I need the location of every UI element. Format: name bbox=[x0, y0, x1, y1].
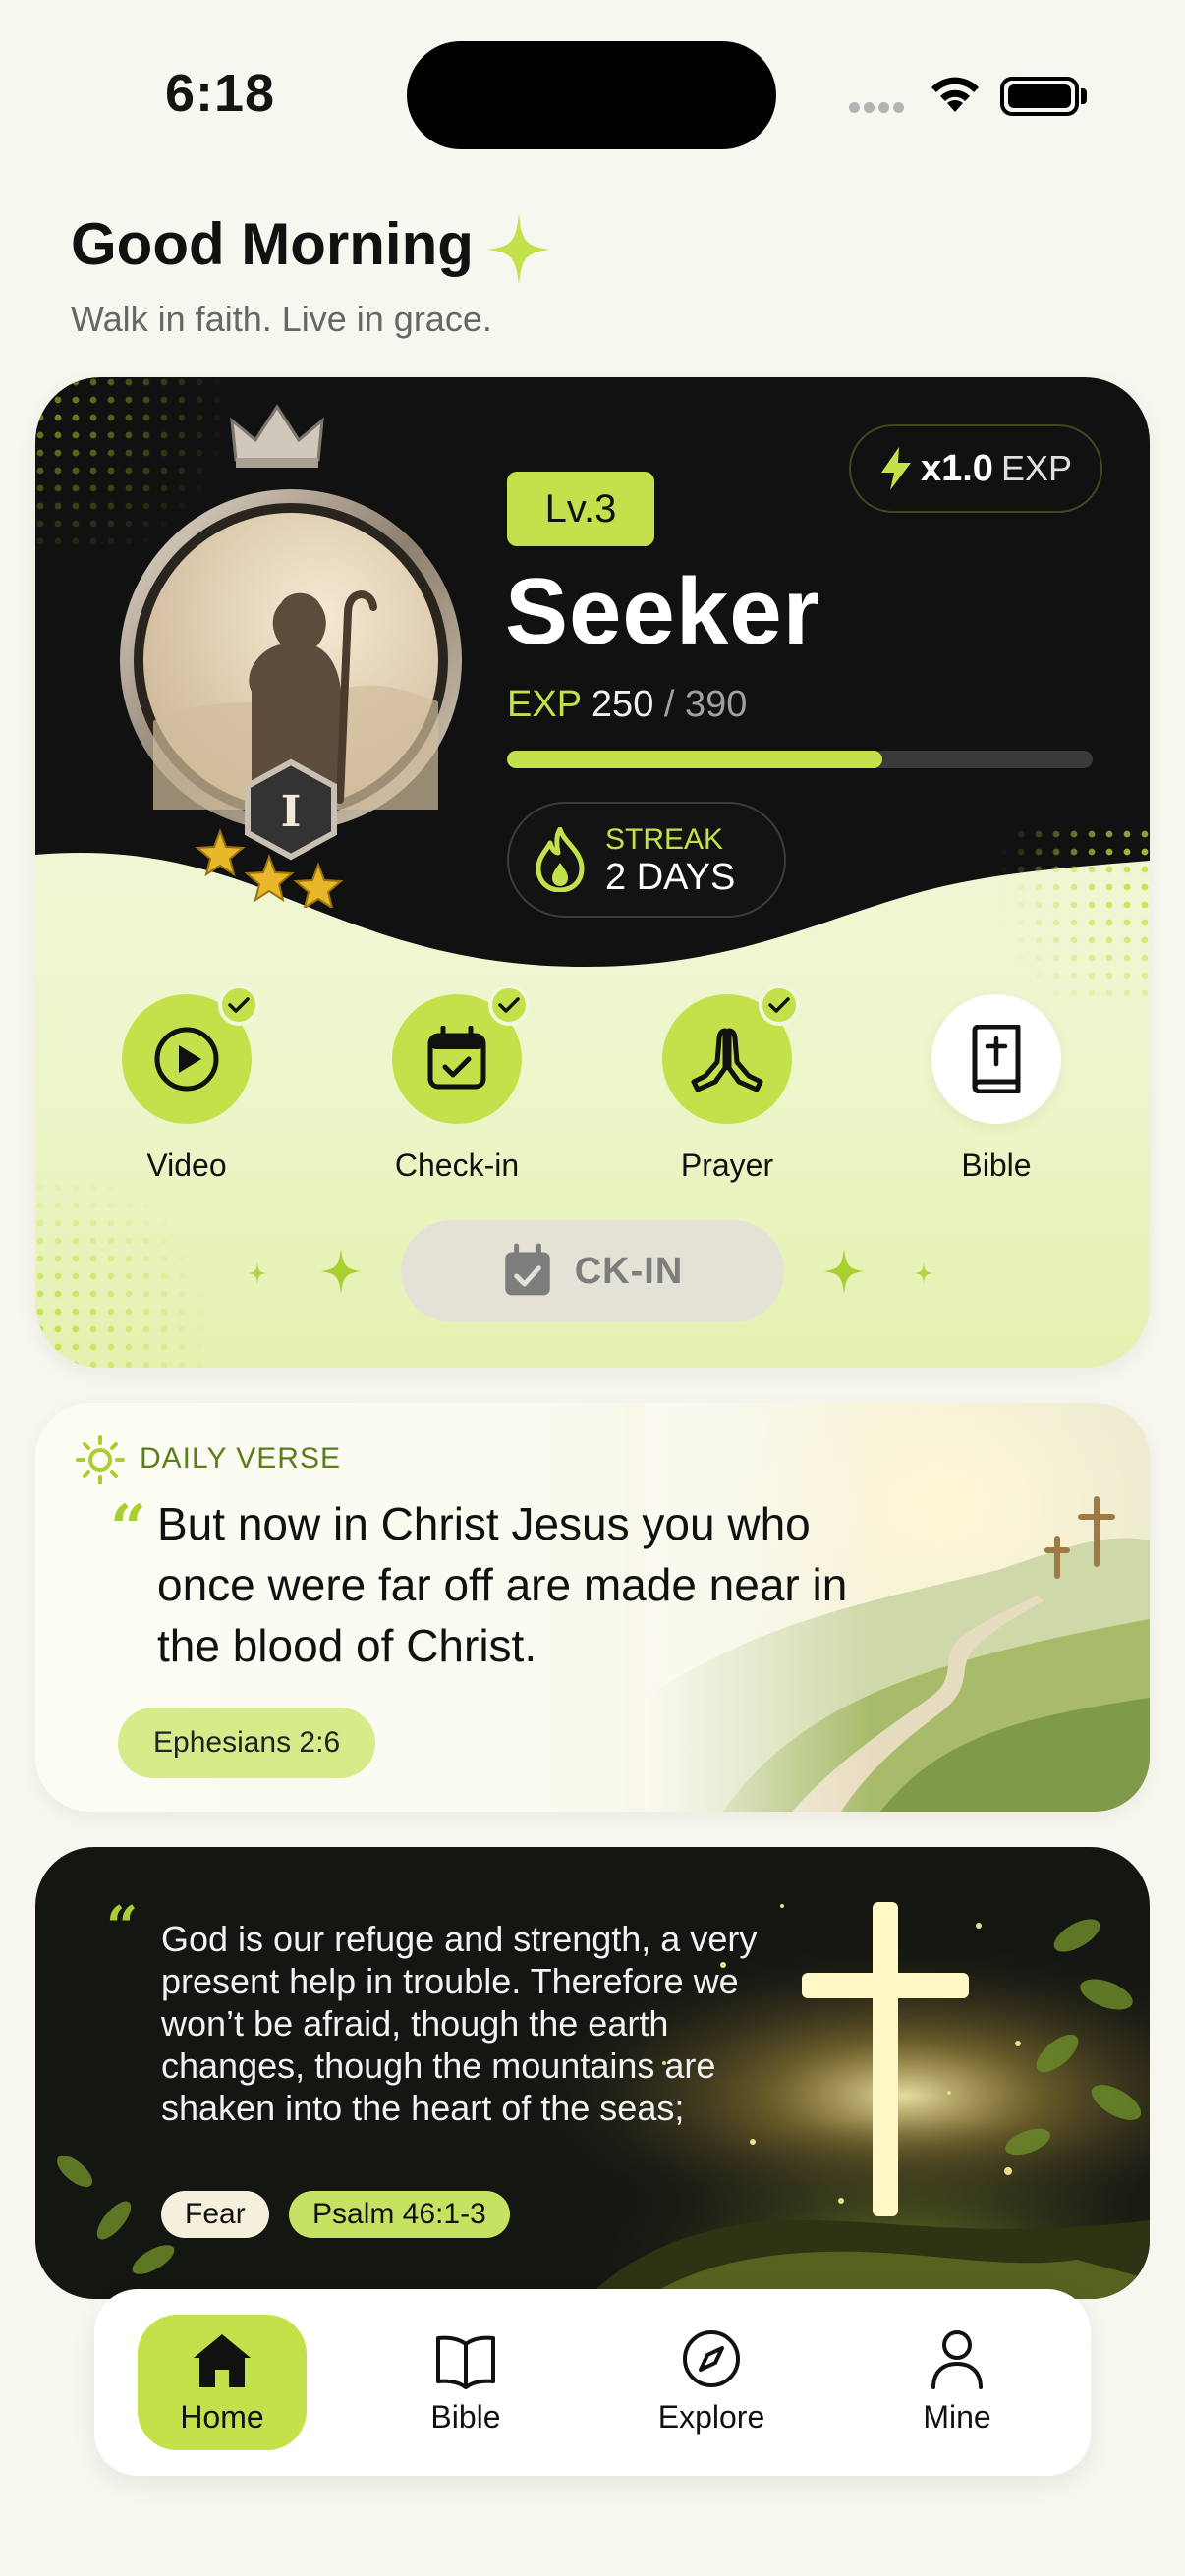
cellular-signal-icon bbox=[849, 100, 908, 118]
praying-hands-icon bbox=[691, 1028, 763, 1092]
dots-decoration bbox=[35, 1183, 212, 1368]
nav-item-bible[interactable]: Bible bbox=[381, 2315, 550, 2450]
streak-label: STREAK bbox=[605, 823, 724, 856]
task-video[interactable]: Video bbox=[88, 984, 285, 1184]
task-label: Bible bbox=[961, 1148, 1032, 1183]
featured-verse-reference[interactable]: Psalm 46:1-3 bbox=[289, 2191, 510, 2238]
user-icon bbox=[931, 2330, 983, 2389]
bottom-nav: Home Bible Explore Mine bbox=[94, 2289, 1091, 2476]
play-circle-icon bbox=[154, 1027, 219, 1092]
task-bible[interactable]: Bible bbox=[898, 994, 1095, 1184]
nav-item-mine[interactable]: Mine bbox=[873, 2315, 1042, 2450]
checkin-button[interactable]: CK-IN bbox=[401, 1220, 784, 1322]
calendar-check-icon bbox=[427, 1026, 486, 1090]
rank-numeral: I bbox=[281, 787, 302, 837]
sparkle-icon bbox=[320, 1248, 362, 1295]
daily-verse-text: But now in Christ Jesus you who once wer… bbox=[157, 1498, 848, 1671]
task-checkin-circle[interactable] bbox=[392, 984, 530, 1124]
bible-book-icon bbox=[972, 1025, 1021, 1093]
dots-decoration bbox=[998, 829, 1150, 1006]
streak-value: 2 DAYS bbox=[605, 857, 736, 898]
battery-icon bbox=[1000, 77, 1079, 116]
task-label: Video bbox=[146, 1148, 227, 1183]
sparkle-icon bbox=[914, 1261, 933, 1285]
battery-tip bbox=[1081, 88, 1087, 104]
exp-readout: EXP 250 / 390 bbox=[507, 684, 747, 726]
open-book-icon bbox=[436, 2335, 495, 2389]
lightning-icon bbox=[880, 447, 911, 490]
task-label: Check-in bbox=[394, 1148, 520, 1183]
checkin-button-label: CK-IN bbox=[574, 1250, 684, 1292]
task-label: Prayer bbox=[680, 1148, 774, 1183]
streak-pill[interactable]: STREAK 2 DAYS bbox=[507, 802, 786, 918]
greeting-subtitle: Walk in faith. Live in grace. bbox=[71, 299, 492, 339]
crown-icon bbox=[228, 403, 326, 476]
nav-label: Bible bbox=[430, 2399, 501, 2435]
task-prayer[interactable]: Prayer bbox=[629, 984, 825, 1184]
daily-verse-label: DAILY VERSE bbox=[140, 1442, 341, 1475]
nav-label: Mine bbox=[923, 2399, 991, 2435]
task-checkin[interactable]: Check-in bbox=[359, 984, 555, 1184]
nav-item-home[interactable]: Home bbox=[138, 2315, 307, 2450]
exp-label: EXP bbox=[507, 684, 582, 725]
topic-tag[interactable]: Fear bbox=[161, 2191, 269, 2238]
multiplier-value: x1.0 bbox=[920, 447, 993, 489]
task-video-circle[interactable] bbox=[122, 984, 259, 1124]
task-prayer-circle[interactable] bbox=[662, 984, 800, 1124]
sparkle-icon bbox=[487, 214, 550, 290]
dynamic-island bbox=[407, 41, 776, 149]
flame-icon bbox=[536, 827, 585, 892]
featured-verse-text: God is our refuge and strength, a very p… bbox=[161, 1919, 758, 2128]
nav-label: Home bbox=[180, 2399, 264, 2435]
status-time: 6:18 bbox=[165, 64, 276, 123]
nav-label: Explore bbox=[657, 2399, 765, 2435]
quote-mark-icon: “ bbox=[110, 1491, 146, 1565]
featured-verse-card[interactable]: “ God is our refuge and strength, a very… bbox=[35, 1847, 1150, 2299]
multiplier-unit: EXP bbox=[1000, 448, 1072, 488]
home-icon bbox=[194, 2334, 251, 2387]
sparkle-icon bbox=[823, 1248, 865, 1295]
daily-verse-card[interactable]: DAILY VERSE “ But now in Christ Jesus yo… bbox=[35, 1403, 1150, 1812]
completed-check-icon bbox=[759, 984, 800, 1026]
calendar-check-icon bbox=[504, 1243, 550, 1296]
daily-verse-reference[interactable]: Ephesians 2:6 bbox=[118, 1708, 376, 1778]
exp-progress-bar bbox=[507, 751, 1093, 768]
rank-name: Seeker bbox=[505, 559, 820, 664]
wifi-icon bbox=[928, 73, 983, 119]
level-card: I Lv.3 Seeker EXP 250 / 390 x1.0 EXP STR… bbox=[35, 377, 1150, 1368]
exp-multiplier-pill[interactable]: x1.0 EXP bbox=[849, 424, 1102, 513]
compass-icon bbox=[683, 2330, 740, 2387]
task-bible-circle[interactable] bbox=[931, 994, 1061, 1124]
completed-check-icon bbox=[218, 984, 259, 1026]
completed-check-icon bbox=[488, 984, 530, 1026]
quote-mark-icon: “ bbox=[106, 1894, 139, 1959]
exp-current: 250 bbox=[591, 684, 654, 725]
exp-max: / 390 bbox=[663, 684, 748, 725]
nav-item-explore[interactable]: Explore bbox=[627, 2315, 796, 2450]
level-badge: Lv.3 bbox=[507, 472, 654, 546]
sparkle-icon bbox=[248, 1261, 267, 1285]
exp-progress-fill bbox=[507, 751, 883, 768]
sun-icon bbox=[76, 1435, 125, 1484]
greeting-title: Good Morning bbox=[71, 211, 474, 277]
